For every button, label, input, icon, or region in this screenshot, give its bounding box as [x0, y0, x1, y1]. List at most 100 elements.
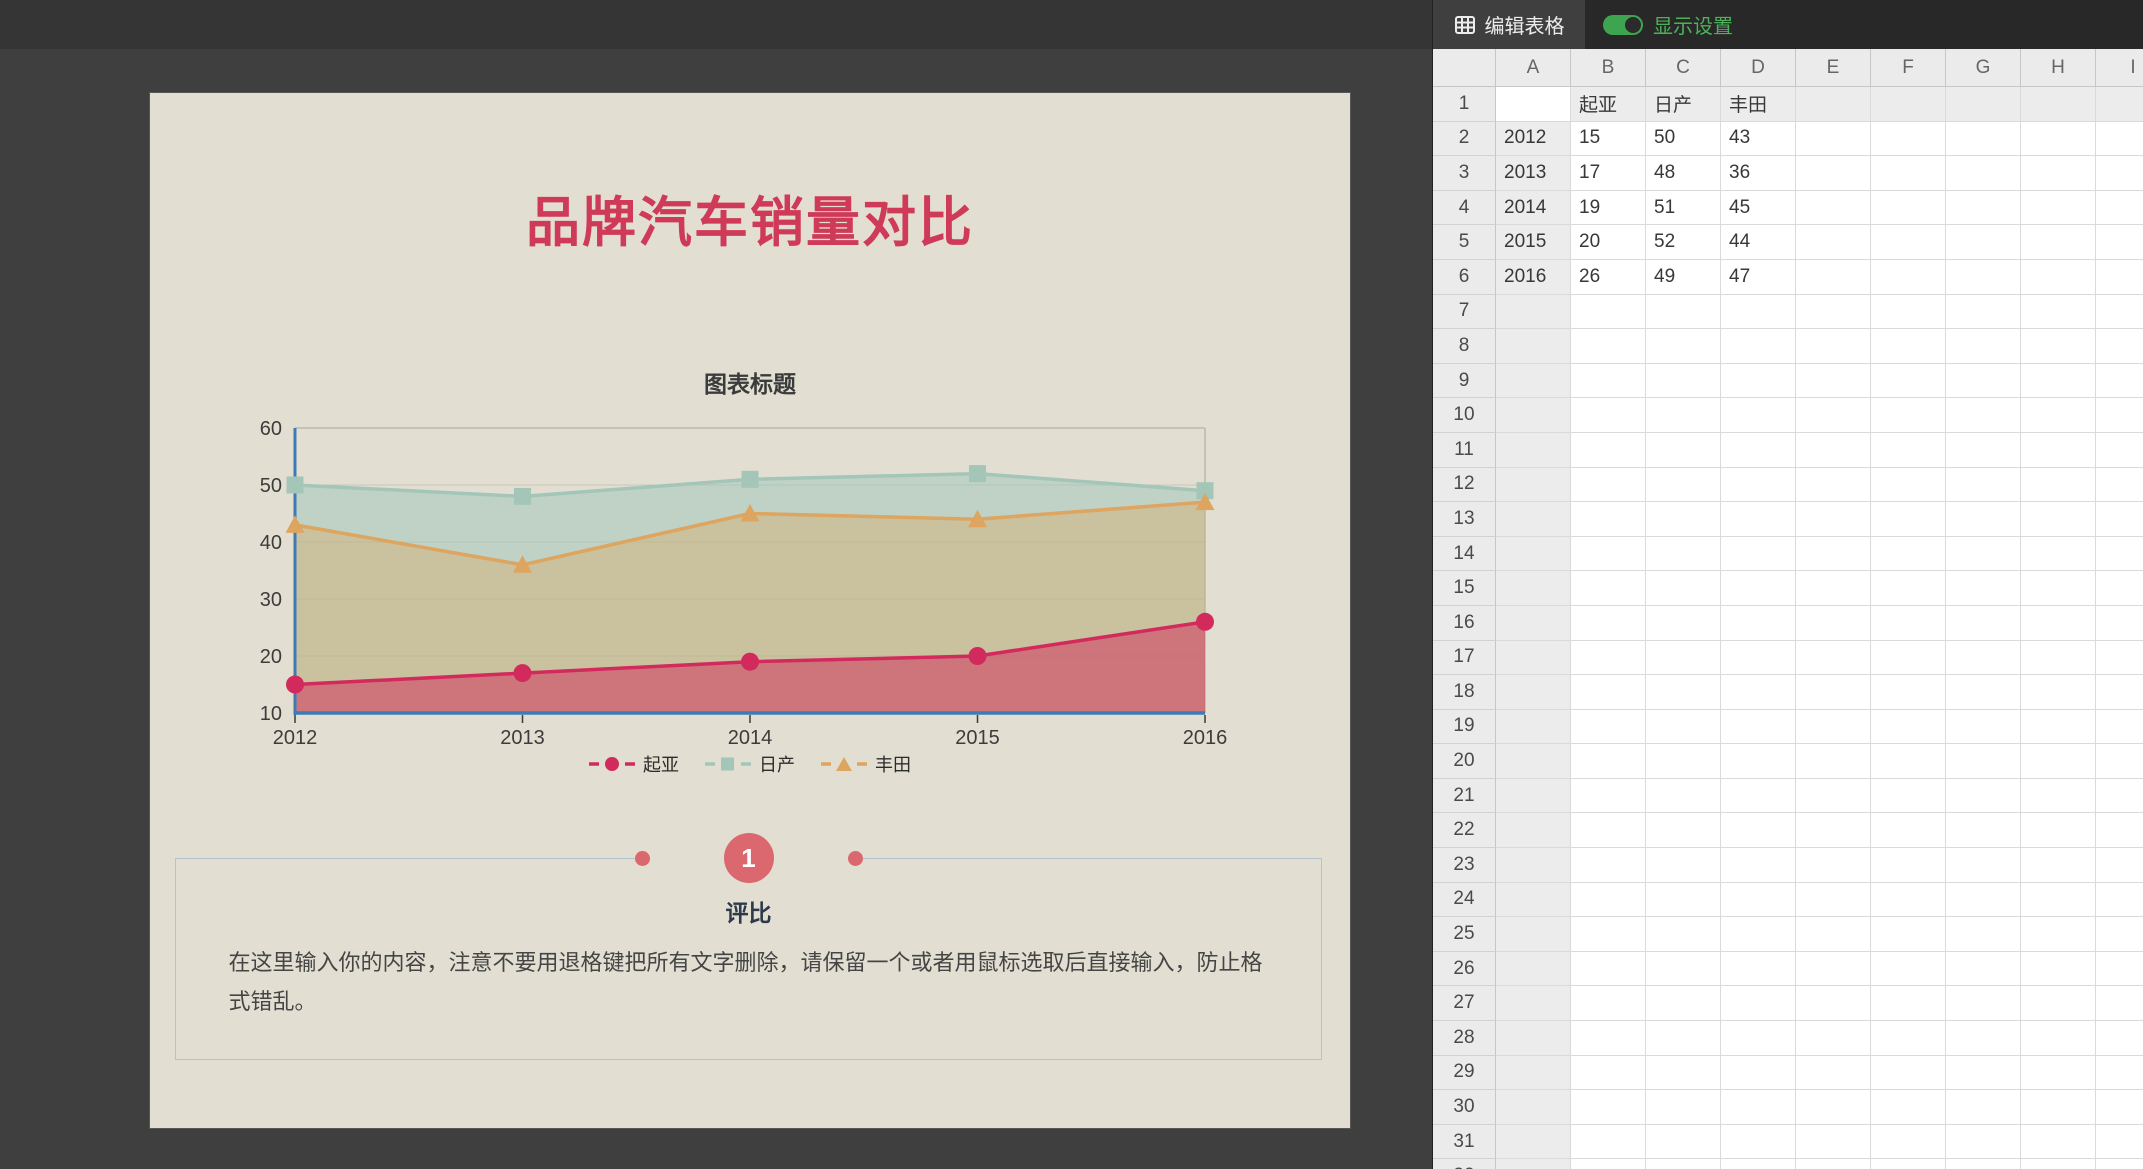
row-header-22[interactable]: 22 [1433, 813, 1496, 849]
cell-B2[interactable]: 15 [1571, 121, 1646, 157]
cell-D12[interactable] [1721, 467, 1796, 503]
cell-I10[interactable] [2096, 398, 2143, 433]
cell-D15[interactable] [1721, 571, 1796, 606]
cell-D8[interactable] [1721, 329, 1796, 364]
cell-I7[interactable] [2096, 294, 2143, 330]
cell-A5[interactable]: 2015 [1496, 225, 1571, 260]
cell-E20[interactable] [1796, 744, 1871, 779]
cell-I16[interactable] [2096, 605, 2143, 641]
cell-G17[interactable] [1946, 640, 2021, 676]
col-header-H[interactable]: H [2021, 49, 2096, 87]
cell-G20[interactable] [1946, 744, 2021, 779]
cell-E14[interactable] [1796, 536, 1871, 572]
cell-E3[interactable] [1796, 156, 1871, 191]
cell-F15[interactable] [1871, 571, 1946, 606]
cell-F17[interactable] [1871, 640, 1946, 676]
cell-B31[interactable] [1571, 1124, 1646, 1160]
cell-E4[interactable] [1796, 190, 1871, 226]
cell-F29[interactable] [1871, 1055, 1946, 1091]
cell-B28[interactable] [1571, 1021, 1646, 1056]
cell-I21[interactable] [2096, 778, 2143, 814]
cell-A28[interactable] [1496, 1021, 1571, 1056]
cell-A27[interactable] [1496, 986, 1571, 1022]
cell-H16[interactable] [2021, 605, 2096, 641]
cell-A19[interactable] [1496, 709, 1571, 745]
cell-C27[interactable] [1646, 986, 1721, 1022]
cell-B23[interactable] [1571, 848, 1646, 883]
row-header-30[interactable]: 30 [1433, 1090, 1496, 1125]
row-header-15[interactable]: 15 [1433, 571, 1496, 606]
cell-G7[interactable] [1946, 294, 2021, 330]
cell-E28[interactable] [1796, 1021, 1871, 1056]
cell-I17[interactable] [2096, 640, 2143, 676]
col-header-I[interactable]: I [2096, 49, 2143, 87]
cell-I25[interactable] [2096, 917, 2143, 952]
cell-G21[interactable] [1946, 778, 2021, 814]
cell-F24[interactable] [1871, 882, 1946, 918]
cell-G4[interactable] [1946, 190, 2021, 226]
cell-I22[interactable] [2096, 813, 2143, 849]
cell-F12[interactable] [1871, 467, 1946, 503]
cell-F7[interactable] [1871, 294, 1946, 330]
cell-A8[interactable] [1496, 329, 1571, 364]
cell-F10[interactable] [1871, 398, 1946, 433]
cell-H22[interactable] [2021, 813, 2096, 849]
cell-G13[interactable] [1946, 502, 2021, 537]
cell-H21[interactable] [2021, 778, 2096, 814]
cell-H10[interactable] [2021, 398, 2096, 433]
cell-C2[interactable]: 50 [1646, 121, 1721, 157]
cell-H3[interactable] [2021, 156, 2096, 191]
cell-H23[interactable] [2021, 848, 2096, 883]
cell-E16[interactable] [1796, 605, 1871, 641]
cell-D9[interactable] [1721, 363, 1796, 399]
cell-H2[interactable] [2021, 121, 2096, 157]
cell-G23[interactable] [1946, 848, 2021, 883]
cell-F3[interactable] [1871, 156, 1946, 191]
cell-D4[interactable]: 45 [1721, 190, 1796, 226]
cell-G30[interactable] [1946, 1090, 2021, 1125]
col-header-B[interactable]: B [1571, 49, 1646, 87]
cell-E23[interactable] [1796, 848, 1871, 883]
cell-D26[interactable] [1721, 951, 1796, 987]
row-header-27[interactable]: 27 [1433, 986, 1496, 1022]
cell-A15[interactable] [1496, 571, 1571, 606]
row-header-24[interactable]: 24 [1433, 882, 1496, 918]
cell-B20[interactable] [1571, 744, 1646, 779]
cell-D2[interactable]: 43 [1721, 121, 1796, 157]
cell-D10[interactable] [1721, 398, 1796, 433]
cell-I9[interactable] [2096, 363, 2143, 399]
row-header-7[interactable]: 7 [1433, 294, 1496, 330]
cell-A31[interactable] [1496, 1124, 1571, 1160]
cell-H26[interactable] [2021, 951, 2096, 987]
cell-D20[interactable] [1721, 744, 1796, 779]
cell-D21[interactable] [1721, 778, 1796, 814]
row-header-25[interactable]: 25 [1433, 917, 1496, 952]
cell-E8[interactable] [1796, 329, 1871, 364]
cell-B27[interactable] [1571, 986, 1646, 1022]
cell-G10[interactable] [1946, 398, 2021, 433]
col-header-F[interactable]: F [1871, 49, 1946, 87]
cell-E17[interactable] [1796, 640, 1871, 676]
section-heading[interactable]: 评比 [176, 894, 1321, 928]
cell-A18[interactable] [1496, 675, 1571, 710]
cell-G25[interactable] [1946, 917, 2021, 952]
cell-B5[interactable]: 20 [1571, 225, 1646, 260]
cell-F1[interactable] [1871, 87, 1946, 122]
cell-I19[interactable] [2096, 709, 2143, 745]
cell-D19[interactable] [1721, 709, 1796, 745]
cell-B16[interactable] [1571, 605, 1646, 641]
cell-G14[interactable] [1946, 536, 2021, 572]
cell-H28[interactable] [2021, 1021, 2096, 1056]
cell-A30[interactable] [1496, 1090, 1571, 1125]
cell-G27[interactable] [1946, 986, 2021, 1022]
cell-G3[interactable] [1946, 156, 2021, 191]
cell-H1[interactable] [2021, 87, 2096, 122]
cell-F5[interactable] [1871, 225, 1946, 260]
section-body-text[interactable]: 在这里输入你的内容，注意不要用退格键把所有文字删除，请保留一个或者用鼠标选取后直… [229, 944, 1269, 1021]
cell-C5[interactable]: 52 [1646, 225, 1721, 260]
cell-C13[interactable] [1646, 502, 1721, 537]
cell-F28[interactable] [1871, 1021, 1946, 1056]
cell-H25[interactable] [2021, 917, 2096, 952]
row-header-8[interactable]: 8 [1433, 329, 1496, 364]
cell-C12[interactable] [1646, 467, 1721, 503]
